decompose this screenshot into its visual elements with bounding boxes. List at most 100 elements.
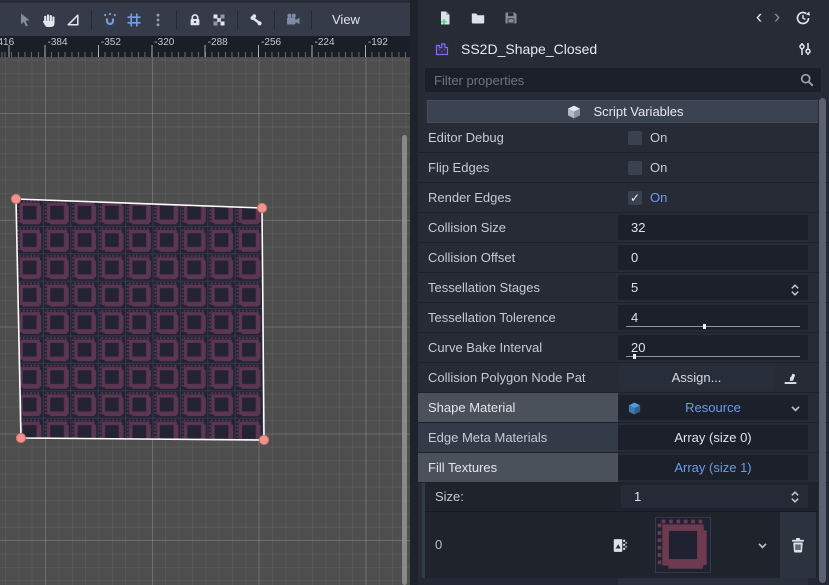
load-resource-icon[interactable] xyxy=(469,10,486,27)
shape-polygon[interactable] xyxy=(0,57,410,585)
value-field[interactable]: 0 xyxy=(618,245,808,270)
property-label: Tessellation Stages xyxy=(418,273,618,302)
search-icon xyxy=(798,72,815,89)
panel-divider[interactable] xyxy=(410,0,418,585)
vertex-handle[interactable] xyxy=(257,203,266,212)
history-back-button[interactable]: ‹ xyxy=(750,10,768,26)
inspector-tools-icon[interactable] xyxy=(797,41,814,58)
inspector-panel: ‹› SS2D_Shape_Closed Script Variables Ed… xyxy=(418,0,829,585)
checkbox[interactable] xyxy=(628,161,642,175)
property-value: ✓On xyxy=(618,183,808,212)
property-row: Flip EdgesOn xyxy=(418,153,829,183)
smart-snap-icon[interactable] xyxy=(102,11,119,28)
lock-icon[interactable] xyxy=(187,11,204,28)
field-value: 32 xyxy=(631,215,645,241)
view-menu[interactable]: View xyxy=(324,9,368,30)
slider-field[interactable]: 4 xyxy=(618,305,808,330)
value-field[interactable]: 5 xyxy=(618,275,808,300)
canvas-viewport: -416-384-352-320-288-256-224-192 View xyxy=(0,0,410,585)
slider-track[interactable] xyxy=(626,326,800,327)
fill-textures-array-editor: Size: 1 0 xyxy=(422,483,821,578)
edited-object-name: SS2D_Shape_Closed xyxy=(461,41,793,57)
group-icon[interactable] xyxy=(211,11,228,28)
node-shape-icon xyxy=(434,41,451,58)
grid-snap-icon[interactable] xyxy=(126,11,143,28)
resource-field[interactable]: Resource xyxy=(618,395,808,420)
property-label: Collision Polygon Node Pat xyxy=(418,363,618,392)
array-size-row: Size: 1 xyxy=(425,483,821,512)
snap-options-dots-icon[interactable] xyxy=(150,11,167,28)
property-row: Collision Polygon Node PatAssign... xyxy=(418,363,829,393)
field-value: 5 xyxy=(631,275,638,301)
chevron-down-icon[interactable] xyxy=(755,538,770,553)
array-field[interactable]: Array (size 0) xyxy=(618,425,808,450)
array-item-index: 0 xyxy=(435,512,442,578)
array-size-field[interactable]: 1 xyxy=(621,485,808,508)
property-row: Collision Offset0 xyxy=(418,243,829,273)
spinner-arrows-icon[interactable] xyxy=(787,489,803,505)
ruler-tick-label: -384 xyxy=(48,37,68,48)
chevron-down-icon[interactable] xyxy=(788,401,803,416)
shape-fill[interactable] xyxy=(16,199,264,440)
edit-image-icon[interactable] xyxy=(611,537,628,554)
ruler-tick-label: -192 xyxy=(368,37,388,48)
canvas-vertical-scrollbar[interactable] xyxy=(402,135,407,585)
ruler-tool-icon[interactable] xyxy=(65,11,82,28)
property-row: Editor DebugOn xyxy=(418,123,829,153)
clear-node-path-icon[interactable] xyxy=(782,369,800,387)
filter-properties-box xyxy=(425,68,821,92)
ruler-tick-label: -256 xyxy=(261,37,281,48)
vertex-handle[interactable] xyxy=(259,435,268,444)
checkbox-checked[interactable]: ✓ xyxy=(628,191,642,205)
checkbox-label: On xyxy=(650,153,667,183)
resource-name: Resource xyxy=(618,395,808,421)
ruler-tick-label: -416 xyxy=(0,37,14,48)
pan-tool-icon[interactable] xyxy=(41,11,58,28)
array-field[interactable]: Array (size 1) xyxy=(618,455,808,480)
property-label: Edge Meta Materials xyxy=(418,423,618,452)
property-value: Array (size 0) xyxy=(618,423,808,452)
inspector-scrollbar[interactable] xyxy=(818,98,826,583)
ruler-tick-label: -224 xyxy=(315,37,335,48)
property-value: 0 xyxy=(618,243,808,272)
slider-grabber[interactable] xyxy=(633,354,636,359)
godot-editor-window: -416-384-352-320-288-256-224-192 View ‹›… xyxy=(0,0,829,585)
value-field[interactable]: 32 xyxy=(618,215,808,240)
vertex-handle[interactable] xyxy=(11,194,20,203)
property-row: Tessellation Stages 5 xyxy=(418,273,829,303)
delete-item-button[interactable] xyxy=(780,512,816,578)
property-label: Tessellation Tolerence xyxy=(418,303,618,332)
array-size-label: Size: xyxy=(435,483,464,511)
assign-button[interactable]: Assign... xyxy=(619,365,774,391)
checkbox[interactable] xyxy=(628,131,642,145)
tab-bar-edge xyxy=(0,0,410,3)
edited-object-row: SS2D_Shape_Closed xyxy=(418,36,829,62)
array-value: Array (size 1) xyxy=(618,455,808,481)
property-row: Curve Bake Interval20 xyxy=(418,333,829,363)
property-row: Collision Size32 xyxy=(418,213,829,243)
property-row: Shape MaterialResource xyxy=(418,393,829,423)
bone-icon[interactable] xyxy=(248,11,265,28)
section-script-variables[interactable]: Script Variables xyxy=(427,100,819,123)
toolbar-separator xyxy=(274,10,275,30)
property-label: Curve Bake Interval xyxy=(418,333,618,362)
camera-icon[interactable] xyxy=(285,11,302,28)
history-icon[interactable] xyxy=(794,10,811,27)
history-forward-button[interactable]: › xyxy=(768,10,786,26)
save-resource-icon[interactable] xyxy=(502,10,519,27)
texture-preview[interactable] xyxy=(655,517,711,573)
object-cube-icon xyxy=(566,103,583,120)
slider-grabber[interactable] xyxy=(703,324,706,329)
select-tool-icon[interactable] xyxy=(17,11,34,28)
field-value: 0 xyxy=(631,245,638,271)
filter-properties-input[interactable] xyxy=(425,73,795,88)
spinner-arrows-icon[interactable] xyxy=(787,282,803,298)
vertex-handle[interactable] xyxy=(16,433,25,442)
slider-field[interactable]: 20 xyxy=(618,335,808,360)
new-resource-icon[interactable] xyxy=(436,10,453,27)
slider-track[interactable] xyxy=(626,356,800,357)
ruler-tick-label: -288 xyxy=(208,37,228,48)
property-value: Array (size 1) xyxy=(618,453,808,482)
ruler-tick-label: -320 xyxy=(154,37,174,48)
property-value: Resource xyxy=(618,393,808,422)
